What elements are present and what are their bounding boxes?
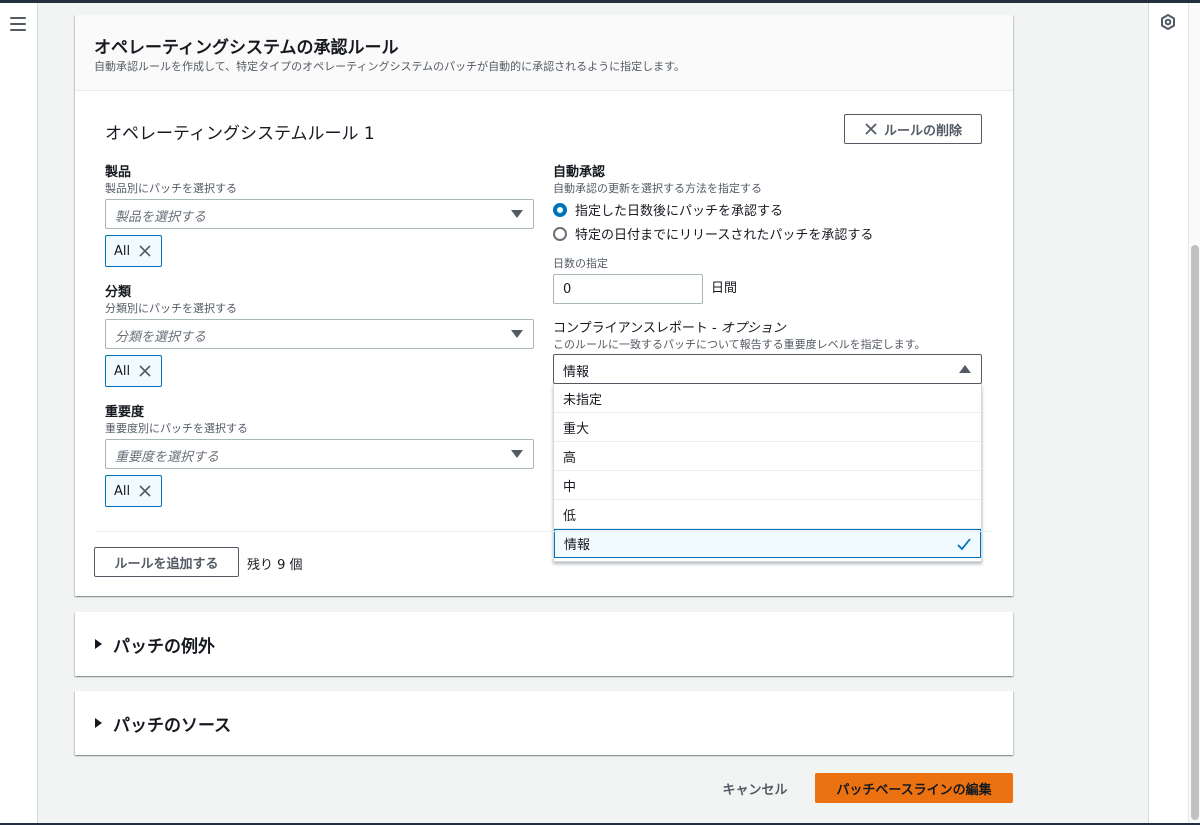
- severity-token-label: All: [114, 483, 131, 499]
- close-icon: [865, 123, 877, 135]
- dropdown-option-medium[interactable]: 中: [554, 471, 981, 500]
- patch-exceptions-section[interactable]: パッチの例外: [75, 612, 1013, 676]
- days-unit: 日間: [711, 281, 738, 296]
- classification-description: 分類別にパッチを選択する: [105, 302, 237, 315]
- severity-token: All: [105, 475, 162, 507]
- remove-token-icon[interactable]: [138, 364, 152, 378]
- product-select-placeholder: 製品を選択する: [115, 210, 207, 225]
- caret-down-icon: [511, 210, 523, 218]
- compliance-label: コンプライアンスレポート - オプション: [553, 317, 786, 336]
- remove-token-icon[interactable]: [138, 484, 152, 498]
- caret-down-icon: [511, 450, 523, 458]
- radio-button[interactable]: [553, 226, 567, 241]
- panel-header: オペレーティングシステムの承認ルール 自動承認ルールを作成して、特定タイプのオペ…: [75, 15, 1013, 91]
- days-label: 日数の指定: [553, 257, 608, 270]
- classification-label: 分類: [105, 285, 132, 300]
- radio-approve-after-days[interactable]: 指定した日数後にパッチを承認する: [553, 200, 783, 219]
- menu-icon[interactable]: [10, 17, 26, 31]
- patch-exceptions-title: パッチの例外: [113, 637, 215, 657]
- dropdown-option-informational[interactable]: 情報: [554, 529, 981, 558]
- cancel-button[interactable]: キャンセル: [710, 773, 800, 803]
- classification-select[interactable]: 分類を選択する: [105, 319, 534, 349]
- checkmark-icon: [957, 538, 971, 551]
- divider: [96, 531, 992, 532]
- radio-button-checked[interactable]: [553, 202, 567, 217]
- days-input[interactable]: [553, 274, 703, 304]
- scrollbar-thumb[interactable]: [1191, 245, 1199, 820]
- dropdown-option-high[interactable]: 高: [554, 442, 981, 471]
- radio-approve-until-date[interactable]: 特定の日付までにリリースされたパッチを承認する: [553, 224, 873, 243]
- product-token-label: All: [114, 243, 131, 259]
- caret-right-icon: [95, 639, 102, 649]
- radio-approve-until-date-label: 特定の日付までにリリースされたパッチを承認する: [575, 228, 874, 243]
- compliance-label-optional: オプション: [720, 321, 786, 336]
- compliance-select-value: 情報: [563, 365, 590, 380]
- compliance-select[interactable]: 情報: [553, 354, 982, 384]
- remaining-rules-count: 残り 9 個: [247, 558, 303, 573]
- dropdown-option-low[interactable]: 低: [554, 500, 981, 529]
- delete-rule-label: ルールの削除: [883, 123, 962, 139]
- dropdown-option-unspecified[interactable]: 未指定: [554, 384, 981, 413]
- caret-down-icon: [511, 330, 523, 338]
- panel-title: オペレーティングシステムの承認ルール: [94, 38, 399, 58]
- compliance-label-text: コンプライアンスレポート -: [553, 321, 721, 336]
- approval-rules-panel: オペレーティングシステムの承認ルール 自動承認ルールを作成して、特定タイプのオペ…: [75, 15, 1013, 596]
- auto-approval-description: 自動承認の更新を選択する方法を指定する: [553, 182, 762, 195]
- rule-title: オペレーティングシステムルール 1: [105, 124, 375, 144]
- dropdown-option-critical[interactable]: 重大: [554, 413, 981, 442]
- radio-approve-after-days-label: 指定した日数後にパッチを承認する: [575, 204, 784, 219]
- classification-token: All: [105, 355, 162, 387]
- severity-select-placeholder: 重要度を選択する: [115, 450, 220, 465]
- compliance-description: このルールに一致するパッチについて報告する重要度レベルを指定します。: [553, 338, 926, 351]
- classification-select-placeholder: 分類を選択する: [115, 330, 207, 345]
- patch-sources-title: パッチのソース: [113, 716, 232, 736]
- compliance-dropdown-list: 未指定 重大 高 中 低 情報: [553, 384, 982, 562]
- page-scrollbar[interactable]: [1188, 3, 1200, 823]
- product-select[interactable]: 製品を選択する: [105, 199, 534, 229]
- patch-sources-section[interactable]: パッチのソース: [75, 691, 1013, 755]
- caret-up-icon: [959, 365, 971, 373]
- left-navigation-rail: [0, 3, 38, 823]
- panel-description: 自動承認ルールを作成して、特定タイプのオペレーティングシステムのパッチが自動的に…: [94, 60, 686, 73]
- caret-right-icon: [95, 718, 102, 728]
- severity-description: 重要度別にパッチを選択する: [105, 422, 248, 435]
- top-bar: [0, 0, 1200, 3]
- product-label: 製品: [105, 165, 132, 180]
- dropdown-option-informational-label: 情報: [564, 538, 591, 553]
- product-description: 製品別にパッチを選択する: [105, 182, 237, 195]
- severity-label: 重要度: [105, 405, 145, 420]
- delete-rule-button[interactable]: ルールの削除: [844, 114, 982, 144]
- edit-patch-baseline-button[interactable]: パッチベースラインの編集: [815, 773, 1013, 803]
- add-rule-button[interactable]: ルールを追加する: [94, 547, 239, 577]
- auto-approval-label: 自動承認: [553, 165, 606, 180]
- product-token: All: [105, 235, 162, 267]
- help-panel-icon[interactable]: [1160, 14, 1176, 30]
- remove-token-icon[interactable]: [138, 244, 152, 258]
- classification-token-label: All: [114, 363, 131, 379]
- severity-select[interactable]: 重要度を選択する: [105, 439, 534, 469]
